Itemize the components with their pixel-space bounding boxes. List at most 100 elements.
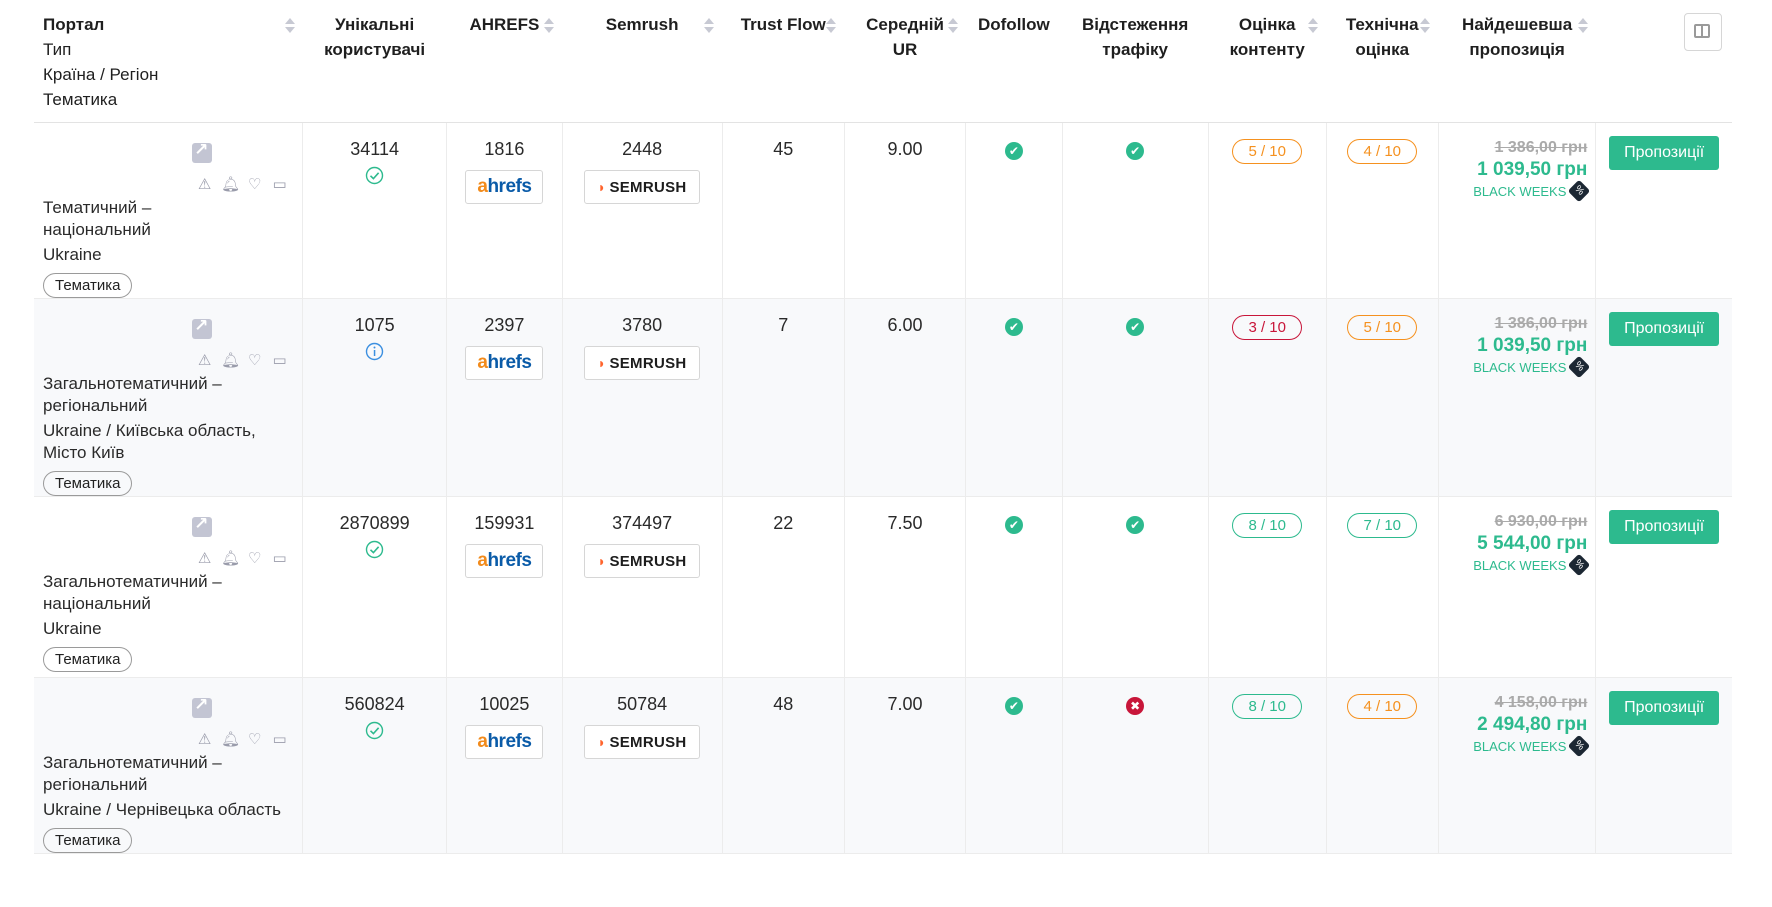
sort-icon[interactable] <box>826 18 837 34</box>
ahrefs-logo[interactable]: ahrefs <box>465 725 544 759</box>
topic-tag[interactable]: Тематика <box>43 828 133 853</box>
row-tools: ⚠ 🔔︎ ♡ ▭ <box>43 352 298 369</box>
ahrefs-logo-rest: hrefs <box>487 550 532 571</box>
discount-tag-icon: % <box>1568 355 1591 379</box>
header-semrush[interactable]: Semrush <box>562 0 723 123</box>
verified-check-icon[interactable] <box>365 721 384 740</box>
header-trust-flow[interactable]: Trust Flow <box>722 0 845 123</box>
ahrefs-logo[interactable]: ahrefs <box>465 346 544 380</box>
header-tech-score[interactable]: Технічна оцінка <box>1326 0 1439 123</box>
note-icon[interactable]: ▭ <box>271 550 288 567</box>
warning-icon[interactable]: ⚠ <box>196 550 213 567</box>
topic-tag[interactable]: Тематика <box>43 471 133 496</box>
avg-ur-cell: 7.00 <box>844 677 967 854</box>
new-price: 5 544,00 грн <box>1477 533 1588 554</box>
heart-icon[interactable]: ♡ <box>246 550 263 567</box>
portal-type: Тематичний – національний <box>43 197 298 241</box>
note-icon[interactable]: ▭ <box>271 731 288 748</box>
bell-icon[interactable]: 🔔︎ <box>221 550 240 567</box>
external-link-icon[interactable] <box>192 695 213 718</box>
avg-ur-cell: 6.00 <box>844 298 967 497</box>
external-link-icon[interactable] <box>192 140 213 163</box>
offers-button[interactable]: Пропозиції <box>1609 691 1720 725</box>
header-dofollow[interactable]: Dofollow <box>965 0 1063 123</box>
sort-icon[interactable] <box>284 18 295 34</box>
semrush-flame-icon: ◗ <box>597 355 607 371</box>
unique-users-value: 2870899 <box>339 513 410 533</box>
bell-icon[interactable]: 🔔︎ <box>221 352 240 369</box>
ahrefs-value: 10025 <box>479 694 530 714</box>
semrush-logo-text: SEMRUSH <box>609 355 687 372</box>
content-score-badge: 8 / 10 <box>1232 513 1302 538</box>
header-traffic-tracking[interactable]: Відстеження трафіку <box>1062 0 1209 123</box>
cross-icon: ✖ <box>1126 697 1145 715</box>
header-cheapest-offer[interactable]: Найдешевша пропозиція <box>1438 0 1596 123</box>
sort-icon[interactable] <box>1308 18 1319 34</box>
ahrefs-logo[interactable]: ahrefs <box>465 544 544 578</box>
external-link-icon[interactable] <box>192 514 213 537</box>
table-row: ⚠ 🔔︎ ♡ ▭ Тематичний – національний Ukrain… <box>34 122 1732 299</box>
ahrefs-logo[interactable]: ahrefs <box>465 170 544 204</box>
sort-icon[interactable] <box>544 18 555 34</box>
ahrefs-cell: 1816 ahrefs <box>446 122 563 299</box>
header-unique-users[interactable]: Унікальні користувачі <box>302 0 447 123</box>
portal-type: Загальнотематичний – регіональний <box>43 373 298 417</box>
warning-icon[interactable]: ⚠ <box>196 176 213 193</box>
semrush-logo[interactable]: ◗ SEMRUSH <box>584 544 701 578</box>
semrush-logo[interactable]: ◗ SEMRUSH <box>584 170 701 204</box>
portal-country: Ukraine <box>43 618 298 640</box>
header-ahrefs[interactable]: AHREFS <box>446 0 563 123</box>
promo: BLACK WEEKS % <box>1443 734 1591 758</box>
check-icon: ✔ <box>1004 697 1023 715</box>
info-icon[interactable] <box>365 342 384 361</box>
warning-icon[interactable]: ⚠ <box>196 352 213 369</box>
sort-icon[interactable] <box>1577 18 1588 34</box>
topic-tag[interactable]: Тематика <box>43 273 133 298</box>
semrush-logo[interactable]: ◗ SEMRUSH <box>584 725 701 759</box>
header-portal[interactable]: Портал Тип Країна / Регіон Тематика <box>34 0 303 123</box>
header-content-score[interactable]: Оцінка контенту <box>1208 0 1327 123</box>
portal-type-line: національний <box>43 594 151 613</box>
sort-icon[interactable] <box>704 18 715 34</box>
note-icon[interactable]: ▭ <box>271 352 288 369</box>
semrush-logo[interactable]: ◗ SEMRUSH <box>584 346 701 380</box>
unique-users-value: 1075 <box>354 315 395 335</box>
promo: BLACK WEEKS % <box>1443 179 1591 203</box>
old-price: 6 930,00 грн <box>1494 513 1588 530</box>
dofollow-cell: ✔ <box>965 122 1063 299</box>
topic-tag[interactable]: Тематика <box>43 647 133 672</box>
verified-check-icon[interactable] <box>365 166 384 185</box>
header-avg-ur[interactable]: Середній UR <box>844 0 966 123</box>
tech-score-badge: 4 / 10 <box>1347 694 1417 719</box>
sort-icon[interactable] <box>1420 18 1431 34</box>
sort-icon[interactable] <box>947 18 958 34</box>
warning-icon[interactable]: ⚠ <box>196 731 213 748</box>
promo-label: BLACK WEEKS <box>1473 183 1567 199</box>
price-cell: 4 158,00 грн 2 494,80 грн BLACK WEEKS % <box>1438 677 1597 854</box>
heart-icon[interactable]: ♡ <box>246 731 263 748</box>
promo-label: BLACK WEEKS <box>1473 557 1567 573</box>
content-score-badge: 3 / 10 <box>1232 315 1302 340</box>
content-score-cell: 5 / 10 <box>1208 122 1327 299</box>
semrush-cell: 50784 ◗ SEMRUSH <box>562 677 723 854</box>
note-icon[interactable]: ▭ <box>271 176 288 193</box>
semrush-flame-icon: ◗ <box>597 553 607 569</box>
unique-users-value: 34114 <box>350 139 399 159</box>
offers-button[interactable]: Пропозиції <box>1609 312 1720 346</box>
check-icon: ✔ <box>1004 142 1023 160</box>
external-link-icon[interactable] <box>192 316 213 339</box>
heart-icon[interactable]: ♡ <box>246 176 263 193</box>
unique-users-cell: 560824 <box>302 677 448 854</box>
portals-table: Портал Тип Країна / Регіон Тематика Унік… <box>34 0 1732 854</box>
bell-icon[interactable]: 🔔︎ <box>221 731 240 748</box>
content-score-badge: 5 / 10 <box>1232 139 1302 164</box>
ahrefs-value: 2397 <box>484 315 525 335</box>
offers-button[interactable]: Пропозиції <box>1609 136 1720 170</box>
bell-icon[interactable]: 🔔︎ <box>221 176 240 193</box>
offers-button[interactable]: Пропозиції <box>1609 510 1720 544</box>
row-tools: ⚠ 🔔︎ ♡ ▭ <box>43 731 298 748</box>
content-score-cell: 3 / 10 <box>1208 298 1327 497</box>
old-price: 4 158,00 грн <box>1494 694 1588 711</box>
heart-icon[interactable]: ♡ <box>246 352 263 369</box>
verified-check-icon[interactable] <box>365 540 384 559</box>
